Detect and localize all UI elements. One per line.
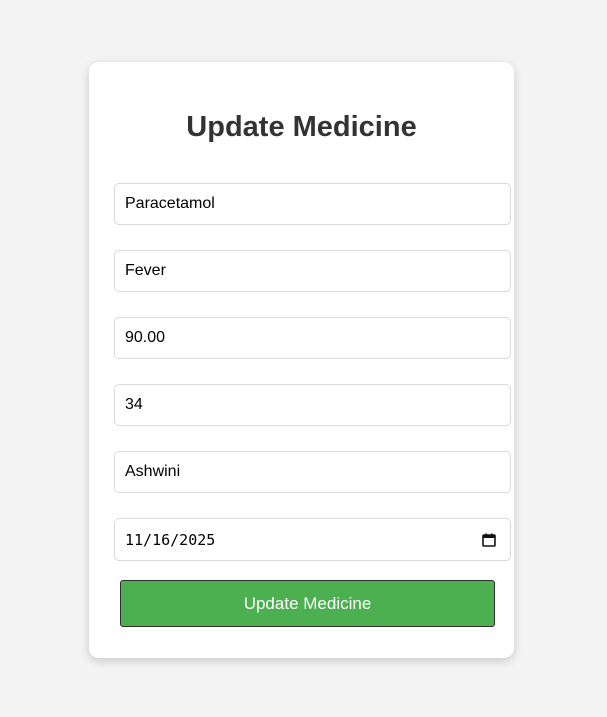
medicine-price-value: 90.00 — [125, 329, 166, 346]
page-title: Update Medicine — [186, 111, 417, 143]
medicine-price-input[interactable]: 90.00 — [114, 317, 511, 359]
medicine-purpose-input[interactable]: Fever — [114, 250, 511, 292]
medicine-quantity-value: 34 — [125, 396, 143, 413]
medicine-manufacturer-value: Ashwini — [125, 463, 181, 480]
medicine-manufacturer-input[interactable]: Ashwini — [114, 451, 511, 493]
expiry-date-input[interactable]: 11/16/2025 — [114, 518, 511, 561]
medicine-name-input[interactable]: Paracetamol — [114, 183, 511, 225]
calendar-icon[interactable] — [482, 533, 496, 547]
medicine-purpose-value: Fever — [125, 262, 166, 279]
medicine-quantity-input[interactable]: 34 — [114, 384, 511, 426]
medicine-name-value: Paracetamol — [125, 195, 215, 212]
expiry-date-value: 11/16/2025 — [125, 530, 216, 549]
update-medicine-card: Update Medicine Paracetamol Fever 90.00 … — [89, 62, 514, 658]
update-medicine-button[interactable]: Update Medicine — [120, 580, 495, 627]
